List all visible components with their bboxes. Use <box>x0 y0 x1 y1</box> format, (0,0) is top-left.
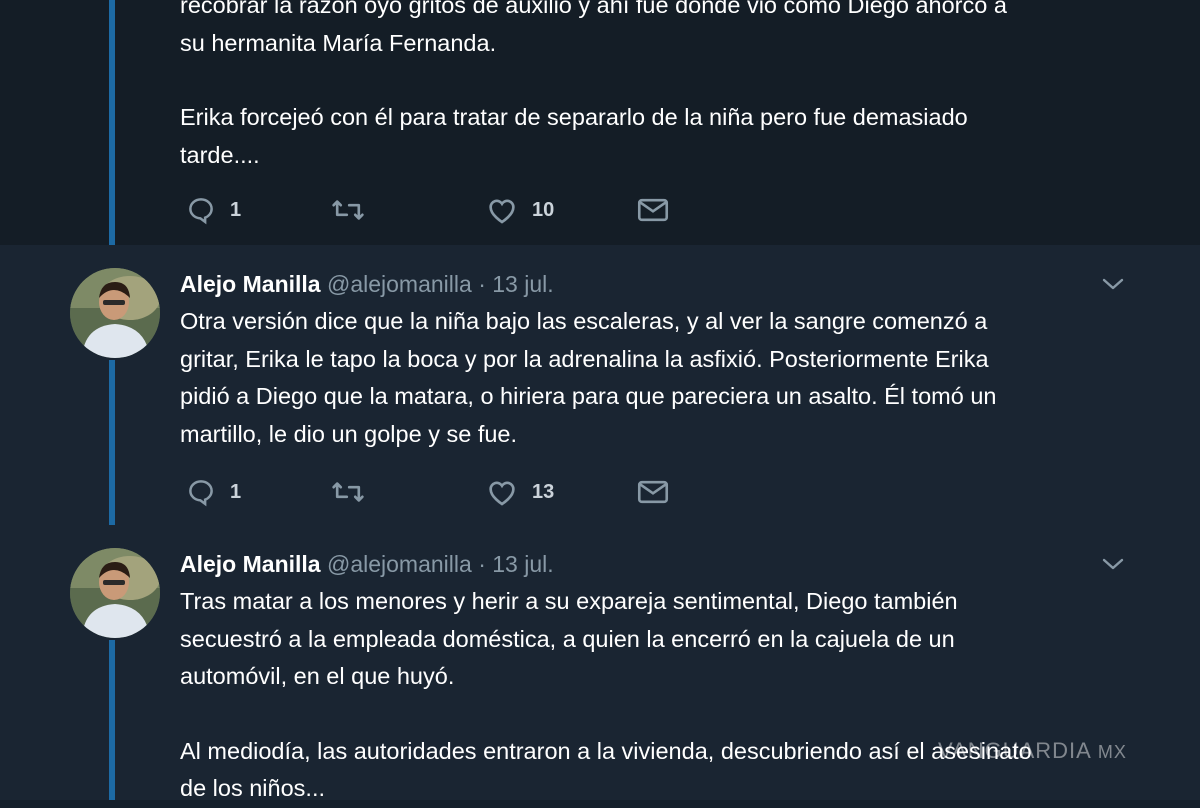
author-name[interactable]: Alejo Manilla <box>180 551 321 577</box>
direct-message-button[interactable] <box>636 195 670 225</box>
like-button[interactable]: 10 <box>486 195 554 225</box>
like-count: 10 <box>532 198 555 221</box>
tweet-text-line: Otra versión dice que la niña bajo las e… <box>180 308 988 334</box>
watermark-logo: VANGUARDIA MX <box>938 738 1127 764</box>
tweet-text-line: tarde.... <box>180 141 260 168</box>
tweet-header: Alejo Manilla @alejomanilla · 13 jul. <box>180 271 554 298</box>
tweet-text: Tras matar a los menores y herir a su ex… <box>180 583 1170 808</box>
tweet-menu-button[interactable] <box>1100 274 1126 294</box>
tweet-actions: 1 10 <box>180 195 720 235</box>
author-handle[interactable]: @alejomanilla <box>327 551 472 577</box>
thread-connector-line <box>109 640 115 800</box>
tweet-text-line: secuestró a la empleada doméstica, a qui… <box>180 625 955 652</box>
tweet-date[interactable]: 13 jul. <box>492 271 553 297</box>
reply-button[interactable]: 1 <box>186 477 241 507</box>
tweet-menu-button[interactable] <box>1100 554 1126 574</box>
retweet-icon <box>330 195 366 225</box>
author-name[interactable]: Alejo Manilla <box>180 271 321 297</box>
reply-count: 1 <box>230 198 242 221</box>
heart-icon <box>486 195 518 225</box>
reply-count: 1 <box>230 480 242 503</box>
heart-icon <box>486 477 518 507</box>
like-button[interactable]: 13 <box>486 477 554 507</box>
reply-icon <box>186 477 216 507</box>
envelope-icon <box>636 477 670 507</box>
avatar[interactable] <box>70 548 160 638</box>
separator-dot: · <box>478 551 486 577</box>
tweet-actions: 1 13 <box>180 477 720 517</box>
tweet-text: recobrar la razón oyó gritos de auxilio … <box>180 0 1170 174</box>
tweet-text-line: pidió a Diego que la matara, o hiriera p… <box>180 383 997 409</box>
tweet[interactable]: recobrar la razón oyó gritos de auxilio … <box>0 0 1200 246</box>
tweet-text-line: su hermanita María Fernanda. <box>180 29 497 56</box>
retweet-button[interactable] <box>330 195 366 225</box>
tweet-text-line: automóvil, en el que huyó. <box>180 663 455 689</box>
watermark-suffix: MX <box>1097 742 1127 762</box>
tweet-text: Otra versión dice que la niña bajo las e… <box>180 303 1170 453</box>
separator-dot: · <box>478 271 486 297</box>
reply-icon <box>186 195 216 225</box>
watermark-brand: VANGUARDIA <box>938 738 1092 763</box>
tweet-text-line: gritar, Erika le tapo la boca y por la a… <box>180 345 989 372</box>
tweet-text-line: recobrar la razón oyó gritos de auxilio … <box>180 0 1007 18</box>
tweet-text-line: martillo, le dio un golpe y se fue. <box>180 420 518 447</box>
tweet[interactable]: Alejo Manilla @alejomanilla · 13 jul. Ot… <box>0 245 1200 526</box>
tweet-date[interactable]: 13 jul. <box>492 551 553 577</box>
author-handle[interactable]: @alejomanilla <box>327 271 472 297</box>
direct-message-button[interactable] <box>636 477 670 507</box>
thread-connector-line <box>109 0 115 245</box>
retweet-button[interactable] <box>330 477 366 507</box>
like-count: 13 <box>532 480 555 503</box>
tweet-text-line: Tras matar a los menores y herir a su ex… <box>180 588 958 614</box>
tweet-header: Alejo Manilla @alejomanilla · 13 jul. <box>180 551 554 578</box>
tweet-text-line: de los niños... <box>180 775 326 801</box>
chevron-down-icon <box>1100 278 1126 298</box>
thread-connector-line <box>109 360 115 525</box>
reply-button[interactable]: 1 <box>186 195 241 225</box>
avatar[interactable] <box>70 268 160 358</box>
retweet-icon <box>330 477 366 507</box>
envelope-icon <box>636 195 670 225</box>
chevron-down-icon <box>1100 558 1126 578</box>
tweet-text-line: Erika forcejeó con él para tratar de sep… <box>180 104 968 130</box>
